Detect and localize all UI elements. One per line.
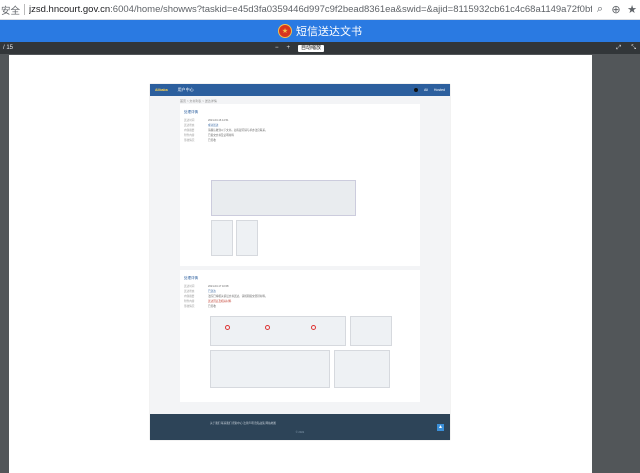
doc-footer: 关于我们 联系我们 帮助中心 法律声明 隐私政策 网站地图 © 2021 ▲ [150,414,450,440]
doc-logo: Alibaba [155,88,168,92]
page-indicator: / 15 [3,45,14,51]
divider [24,4,26,15]
doc-header: Alibaba 用户中心 Ali Hosted [150,84,450,96]
evidence-thumb[interactable] [211,220,233,256]
user-link: Hosted [433,88,445,92]
back-to-top-icon[interactable]: ▲ [437,424,444,431]
evidence-thumb[interactable] [350,316,392,346]
zoom-out-button[interactable]: − [275,45,279,51]
zoom-icon[interactable]: ⊕ [608,3,624,16]
screenshot-thumb[interactable] [210,350,330,388]
doc-header-title: 用户中心 [177,87,194,92]
screenshot-thumb[interactable] [334,350,390,388]
address-bar[interactable]: 安全 jzsd.hncourt.gov.cn:6004/home/showws?… [0,0,640,20]
search-icon[interactable]: ⌕ [592,3,608,16]
zoom-in-button[interactable]: + [287,45,291,51]
evidence-image[interactable] [210,316,346,346]
url-text[interactable]: jzsd.hncourt.gov.cn:6004/home/showws?tas… [29,4,592,15]
pdf-toolbar: / 15 − + 自动缩放 ⤢ ⤡ [0,42,640,54]
footer-links: 关于我们 联系我们 帮助中心 法律声明 隐私政策 网站地图 [210,422,276,425]
detail-card-1: 处理详情 送达时间 2021-03-16 14:51 送达状态 成功送达 内容摘要请… [180,104,420,266]
section-title: 处理详情 [184,110,198,114]
section-title: 处理详情 [184,276,198,280]
footer-copyright: © 2021 [295,431,305,434]
document-content: Alibaba 用户中心 Ali Hosted 首页 > 文书列表 > 送达详情 … [150,84,450,440]
avatar [414,88,419,92]
star-icon[interactable]: ★ [624,3,640,16]
security-label: 安全 [1,5,21,17]
detail-card-2: 处理详情 送达时间 2021-03-17 10:08 送达状态 已送达 内容摘要 法院… [180,270,420,402]
sidebar-icon[interactable]: ⤡ [631,45,636,52]
user-name: Ali [424,88,428,92]
evidence-thumb[interactable] [236,220,258,256]
zoom-select[interactable]: 自动缩放 [298,44,325,52]
evidence-image[interactable] [211,180,356,216]
app-title: 短信送达文书 [296,26,362,38]
app-title-bar: ★ 短信送达文书 [0,20,640,42]
fullscreen-icon[interactable]: ⤢ [616,45,621,52]
court-emblem-icon: ★ [278,24,292,38]
